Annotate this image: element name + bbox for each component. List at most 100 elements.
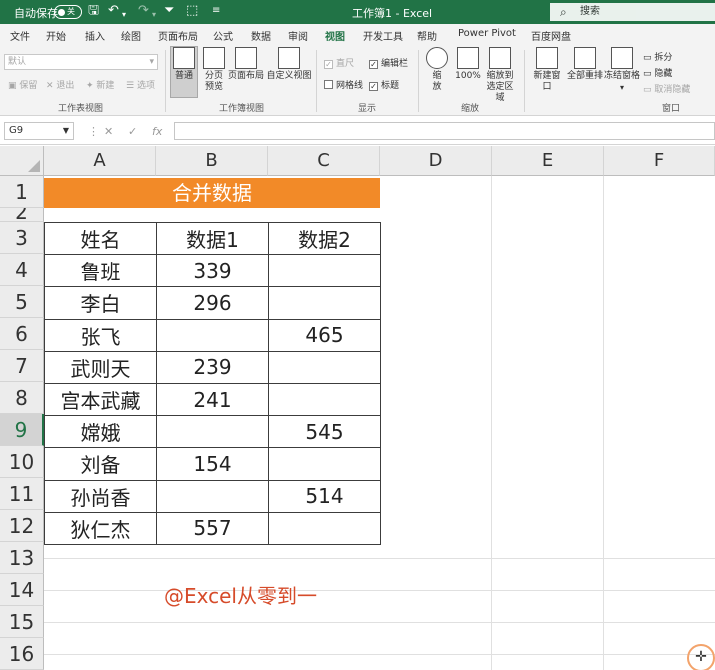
unhide-button[interactable]: ▭ 取消隐藏 bbox=[643, 82, 690, 95]
row-header-7[interactable]: 7 bbox=[0, 350, 44, 382]
filter-icon[interactable]: ⏷ bbox=[164, 4, 174, 18]
column-header-e[interactable]: E bbox=[492, 146, 604, 176]
tab-data[interactable]: 数据 bbox=[251, 28, 271, 43]
tab-draw[interactable]: 绘图 bbox=[121, 28, 141, 43]
keep-button[interactable]: ▣ 保留 bbox=[8, 78, 37, 91]
redo-dropdown-icon[interactable]: ▾ bbox=[152, 8, 156, 22]
row-header-4[interactable]: 4 bbox=[0, 254, 44, 286]
cell-name[interactable]: 狄仁杰 bbox=[44, 511, 157, 545]
row-header-9[interactable]: 9 bbox=[0, 414, 44, 446]
row-header-14[interactable]: 14 bbox=[0, 574, 44, 606]
row-header-1[interactable]: 1 bbox=[0, 176, 44, 208]
page-break-preview-button[interactable]: 分页预览 bbox=[201, 47, 227, 93]
gridlines-checkbox[interactable]: 网格线 bbox=[324, 78, 363, 91]
formula-bar-checkbox[interactable]: ✓ 编辑栏 bbox=[369, 56, 408, 69]
freeze-panes-button[interactable]: 冻结窗格 ▾ bbox=[604, 47, 640, 93]
column-header-f[interactable]: F bbox=[604, 146, 715, 176]
split-button[interactable]: ▭ 拆分 bbox=[643, 50, 672, 63]
cell-data1[interactable] bbox=[156, 318, 269, 352]
row-header-10[interactable]: 10 bbox=[0, 446, 44, 478]
cell-data2[interactable]: 514 bbox=[268, 479, 381, 513]
cell-data1[interactable]: 154 bbox=[156, 447, 269, 481]
cell-data2[interactable] bbox=[268, 254, 381, 288]
row-header-12[interactable]: 12 bbox=[0, 510, 44, 542]
name-box[interactable]: G9 ▼ bbox=[4, 122, 74, 140]
zoom-100-button[interactable]: 100% bbox=[454, 47, 482, 82]
cell-data1[interactable] bbox=[156, 479, 269, 513]
cell-data1[interactable]: 557 bbox=[156, 511, 269, 545]
cell-data2[interactable] bbox=[268, 382, 381, 417]
cell-name[interactable]: 刘备 bbox=[44, 447, 157, 481]
column-header-d[interactable]: D bbox=[380, 146, 492, 176]
formula-input[interactable] bbox=[174, 122, 715, 140]
column-header-a[interactable]: A bbox=[44, 146, 156, 176]
undo-icon[interactable]: ↶ bbox=[108, 4, 119, 18]
tab-file[interactable]: 文件 bbox=[10, 28, 30, 43]
search-box[interactable]: ⌕ 搜索 bbox=[550, 3, 715, 21]
cell-data2[interactable]: 545 bbox=[268, 415, 381, 449]
tab-help[interactable]: 帮助 bbox=[417, 28, 437, 43]
cell-data2[interactable]: 465 bbox=[268, 318, 381, 352]
row-header-6[interactable]: 6 bbox=[0, 318, 44, 350]
select-all-button[interactable] bbox=[0, 146, 44, 176]
autosave-toggle[interactable]: 关 bbox=[54, 5, 82, 19]
select-objects-icon[interactable]: ⬚ bbox=[186, 4, 198, 18]
row-header-16[interactable]: 16 bbox=[0, 638, 44, 670]
new-sheet-view-button[interactable]: ✦ 新建 bbox=[86, 78, 114, 91]
cell-data1[interactable]: 239 bbox=[156, 350, 269, 384]
arrange-all-button[interactable]: 全部重排 bbox=[567, 47, 603, 82]
tab-review[interactable]: 审阅 bbox=[288, 28, 308, 43]
column-header-c[interactable]: C bbox=[268, 146, 380, 176]
hide-button[interactable]: ▭ 隐藏 bbox=[643, 66, 672, 79]
zoom-to-selection-button[interactable]: 缩放到选定区域 bbox=[483, 47, 517, 104]
cell-data2[interactable] bbox=[268, 511, 381, 545]
row-header-8[interactable]: 8 bbox=[0, 382, 44, 414]
tab-formulas[interactable]: 公式 bbox=[213, 28, 233, 43]
headings-checkbox[interactable]: ✓ 标题 bbox=[369, 78, 399, 91]
cell-name[interactable]: 武则天 bbox=[44, 350, 157, 384]
cell-name[interactable]: 李白 bbox=[44, 286, 157, 320]
header-cell-data2[interactable]: 数据2 bbox=[268, 221, 381, 256]
row-header-11[interactable]: 11 bbox=[0, 478, 44, 510]
save-icon[interactable]: 🖫 bbox=[88, 4, 99, 18]
cell-name[interactable]: 张飞 bbox=[44, 318, 157, 352]
redo-icon[interactable]: ↷ bbox=[138, 4, 149, 18]
options-button[interactable]: ☰ 选项 bbox=[126, 78, 155, 91]
tab-home[interactable]: 开始 bbox=[46, 28, 66, 43]
row-header-3[interactable]: 3 bbox=[0, 222, 44, 254]
cell-name[interactable]: 孙尚香 bbox=[44, 479, 157, 513]
header-cell-name[interactable]: 姓名 bbox=[44, 221, 157, 256]
row-header-13[interactable]: 13 bbox=[0, 542, 44, 574]
tab-page-layout[interactable]: 页面布局 bbox=[158, 28, 198, 43]
undo-dropdown-icon[interactable]: ▾ bbox=[122, 8, 126, 22]
cell-name[interactable]: 宫本武藏 bbox=[44, 382, 157, 417]
row-header-5[interactable]: 5 bbox=[0, 286, 44, 318]
ruler-checkbox[interactable]: ✓ 直尺 bbox=[324, 56, 354, 69]
cell-data1[interactable]: 339 bbox=[156, 254, 269, 288]
cell-name[interactable]: 鲁班 bbox=[44, 254, 157, 288]
merged-title-cell[interactable]: 合并数据 bbox=[44, 178, 380, 208]
cell-data1[interactable]: 241 bbox=[156, 382, 269, 417]
cell-name[interactable]: 嫦娥 bbox=[44, 415, 157, 449]
enter-icon[interactable]: ✓ bbox=[128, 125, 137, 138]
cell-data2[interactable] bbox=[268, 286, 381, 320]
cell-data2[interactable] bbox=[268, 350, 381, 384]
tab-insert[interactable]: 插入 bbox=[85, 28, 105, 43]
new-window-button[interactable]: 新建窗口 bbox=[530, 47, 564, 93]
exit-button[interactable]: ✕ 退出 bbox=[46, 78, 74, 91]
cell-data1[interactable]: 296 bbox=[156, 286, 269, 320]
tab-developer[interactable]: 开发工具 bbox=[363, 28, 403, 43]
insert-function-icon[interactable]: fx bbox=[152, 125, 162, 138]
page-layout-view-button[interactable]: 页面布局 bbox=[228, 47, 264, 82]
row-header-2[interactable]: 2 bbox=[0, 208, 44, 222]
tab-power-pivot[interactable]: Power Pivot bbox=[458, 28, 516, 39]
column-header-b[interactable]: B bbox=[156, 146, 268, 176]
row-header-15[interactable]: 15 bbox=[0, 606, 44, 638]
custom-views-button[interactable]: 自定义视图 bbox=[266, 47, 312, 82]
sheet-view-dropdown[interactable]: 默认 ▾ bbox=[4, 54, 158, 70]
zoom-button[interactable]: 缩放 bbox=[424, 47, 450, 93]
cancel-icon[interactable]: ✕ bbox=[104, 125, 113, 138]
tab-baidu-netdisk[interactable]: 百度网盘 bbox=[531, 28, 571, 43]
normal-view-button[interactable]: 普通 bbox=[170, 46, 198, 98]
customize-qat-icon[interactable]: ≡ bbox=[212, 4, 220, 18]
